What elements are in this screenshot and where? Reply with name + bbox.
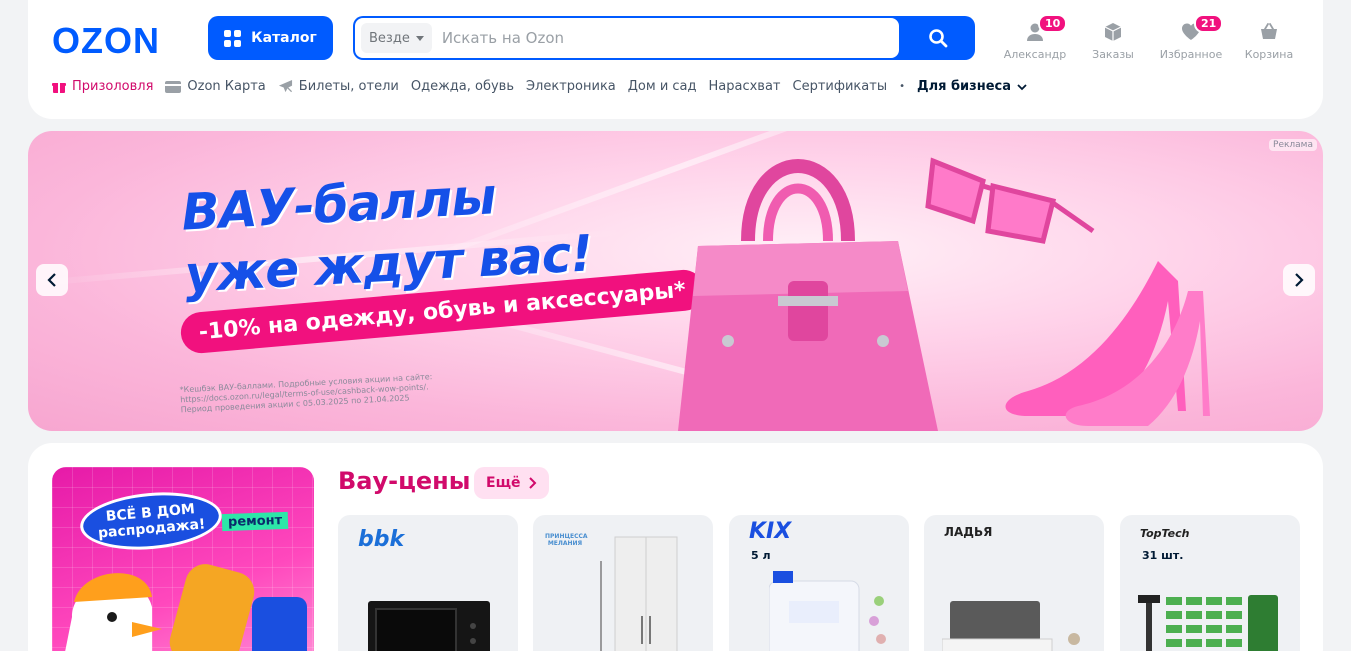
product-card[interactable]: TopTech 31 шт. <box>1120 515 1300 651</box>
nav-item-label: Призоловля <box>72 79 154 94</box>
product-brand: TopTech <box>1140 527 1190 540</box>
product-brand: ПРИНЦЕССА МЕЛАНИЯ <box>545 533 588 547</box>
account-button[interactable]: 10 Александр <box>996 14 1074 61</box>
search-bar: Везде <box>353 16 975 60</box>
banner-fineprint: *Кешбэк ВАУ-баллами. Подробные условия а… <box>179 369 500 416</box>
bed-image <box>942 601 1080 651</box>
orders-button[interactable]: Заказы <box>1074 14 1152 61</box>
box-icon <box>1101 20 1125 44</box>
search-button[interactable] <box>901 16 975 60</box>
product-card[interactable]: ПРИНЦЕССА МЕЛАНИЯ <box>533 515 713 651</box>
nav-item-certificates[interactable]: Сертификаты <box>793 79 888 94</box>
more-button-label: Ещё <box>486 475 521 491</box>
nav-item-ozon-card[interactable]: Ozon Карта <box>165 79 266 94</box>
grid-icon <box>224 29 242 47</box>
product-note: 5 л <box>751 549 771 562</box>
account-badge: 10 <box>1038 14 1068 33</box>
section-title: Вау-цены <box>338 467 471 495</box>
nav-item-popular[interactable]: Нарасхват <box>709 79 781 94</box>
card-icon <box>165 80 182 93</box>
chevron-right-icon <box>1295 273 1304 287</box>
search-scope-select[interactable]: Везде <box>361 23 432 53</box>
catalog-label: Каталог <box>251 30 317 46</box>
favorites-button[interactable]: 21 Избранное <box>1152 14 1230 61</box>
search-scope-label: Везде <box>369 30 410 46</box>
gift-icon <box>52 82 66 93</box>
product-card[interactable]: bbk <box>338 515 518 651</box>
chevron-right-icon <box>528 477 536 489</box>
nav-item-label: Электроника <box>525 79 616 94</box>
banner-next-button[interactable] <box>1283 264 1315 296</box>
nav-item-label: Сертификаты <box>792 79 888 94</box>
ozon-logo[interactable]: OZON <box>52 20 160 62</box>
product-card[interactable]: ЛАДЬЯ <box>924 515 1104 651</box>
product-brand: ЛАДЬЯ <box>944 525 993 539</box>
nav-business-label: Для бизнеса <box>917 79 1011 94</box>
home-sale-promo[interactable]: ВСЁ В ДОМ распродажа! ремонт <box>52 467 314 651</box>
nav-item-electronics[interactable]: Электроника <box>526 79 616 94</box>
sunglasses-image <box>925 157 1095 244</box>
nav-separator-dot: • <box>899 81 905 92</box>
account-label: Александр <box>1003 48 1067 61</box>
detergent-canister-image <box>769 571 886 651</box>
favorites-label: Избранное <box>1159 48 1223 61</box>
product-card[interactable]: KIX 5 л <box>729 515 909 651</box>
nav-item-label: Билеты, отели <box>298 79 399 94</box>
product-note: 31 шт. <box>1142 549 1184 562</box>
top-nav: Призоловля Ozon Карта Билеты, отели Одеж… <box>52 79 1027 94</box>
ad-label: Реклама <box>1269 139 1317 151</box>
product-brand: KIX <box>749 519 792 544</box>
chevron-down-icon <box>1017 83 1027 90</box>
wardrobe-image <box>600 536 678 651</box>
nav-item-label: Одежда, обувь <box>410 79 514 94</box>
promo-banner[interactable]: ВАУ-баллы уже ждут вас! -10% на одежду, … <box>28 131 1323 431</box>
more-button[interactable]: Ещё <box>474 467 549 499</box>
nav-item-clothes[interactable]: Одежда, обувь <box>411 79 514 94</box>
orders-label: Заказы <box>1092 48 1134 61</box>
razor-blades-image <box>1138 595 1278 651</box>
catalog-button[interactable]: Каталог <box>208 16 333 60</box>
product-brand: bbk <box>358 527 405 552</box>
nav-item-label: Ozon Карта <box>187 79 266 94</box>
microwave-image <box>368 601 490 651</box>
wow-prices-section: ВСЁ В ДОМ распродажа! ремонт Вау-цены Ещ… <box>28 443 1323 651</box>
bird-mascot-image <box>65 564 307 651</box>
nav-item-label: Дом и сад <box>627 79 697 94</box>
cart-label: Корзина <box>1244 48 1294 61</box>
banner-prev-button[interactable] <box>36 264 68 296</box>
user-actions: 10 Александр Заказы 21 Избранное Корзина <box>996 14 1308 61</box>
nav-item-home-garden[interactable]: Дом и сад <box>628 79 697 94</box>
chevron-down-icon <box>415 35 424 41</box>
nav-item-business[interactable]: Для бизнеса <box>917 79 1027 94</box>
nav-item-prizolovlya[interactable]: Призоловля <box>52 79 153 94</box>
cart-icon <box>1257 20 1281 44</box>
high-heels-image <box>1005 261 1210 426</box>
search-icon <box>929 29 948 48</box>
favorites-badge: 21 <box>1194 14 1224 33</box>
nav-item-label: Нарасхват <box>708 79 781 94</box>
chevron-left-icon <box>47 273 56 287</box>
cart-button[interactable]: Корзина <box>1230 14 1308 61</box>
plane-icon <box>278 79 292 93</box>
search-input[interactable] <box>441 29 882 47</box>
search-field-wrapper: Везде <box>355 18 899 58</box>
promo-tag: ремонт <box>221 511 289 532</box>
header: OZON Каталог Везде 10 Александр <box>28 0 1323 119</box>
nav-item-tickets[interactable]: Билеты, отели <box>278 79 399 94</box>
